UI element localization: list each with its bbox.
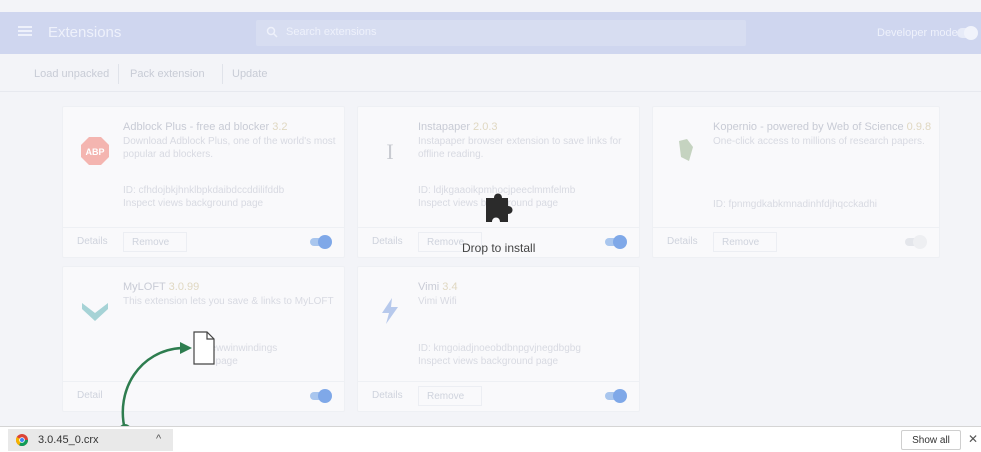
toolbar-divider — [222, 64, 223, 84]
extension-card-instapaper: I Instapaper 2.0.3 Instapaper browser ex… — [357, 106, 640, 258]
details-button[interactable]: Details — [77, 236, 108, 247]
toolbar-divider — [118, 64, 119, 84]
extension-name: Kopernio - powered by Web of Science 0.9… — [713, 121, 932, 133]
remove-button[interactable]: Remove — [418, 386, 482, 406]
developer-mode-toggle[interactable] — [957, 26, 978, 40]
extension-description: One-click access to millions of research… — [713, 136, 925, 147]
card-footer: Details Remove — [358, 381, 639, 411]
close-icon[interactable]: ✕ — [968, 432, 978, 446]
card-footer: Details Remove — [653, 227, 939, 257]
extension-name: Adblock Plus - free ad blocker 3.2 — [123, 121, 288, 133]
details-button[interactable]: Details — [372, 390, 403, 401]
extension-name: MyLOFT 3.0.99 — [123, 281, 200, 293]
kopernio-icon — [679, 139, 693, 161]
drop-to-install-label: Drop to install — [462, 241, 536, 255]
extension-card-adblock-plus: ABP Adblock Plus - free ad blocker 3.2 D… — [62, 106, 345, 258]
load-unpacked-button[interactable]: Load unpacked — [34, 64, 109, 84]
download-file-name: 3.0.45_0.crx — [38, 434, 99, 446]
extension-card-vimi: Vimi 3.4 Vimi Wifi ID: kmgoiadjnoeobdbnp… — [357, 266, 640, 412]
instapaper-icon: I — [386, 139, 393, 164]
inspect-views-link[interactable]: Inspect views background page — [418, 356, 558, 367]
vimi-lightning-icon — [382, 298, 398, 324]
details-button[interactable]: Details — [667, 236, 698, 247]
extensions-header: Extensions Search extensions Developer m… — [0, 12, 981, 54]
extension-enable-toggle[interactable] — [310, 389, 332, 403]
download-item[interactable]: 3.0.45_0.crx ^ — [8, 429, 173, 451]
hamburger-menu-icon[interactable] — [18, 26, 32, 36]
update-button[interactable]: Update — [232, 64, 267, 84]
extension-description: Vimi Wifi — [418, 296, 457, 307]
page-title: Extensions — [48, 24, 122, 41]
details-button[interactable]: Details — [372, 236, 403, 247]
svg-text:I: I — [386, 139, 393, 164]
puzzle-piece-icon — [486, 193, 513, 222]
download-shelf: 3.0.45_0.crx ^ Show all ✕ — [0, 426, 981, 452]
card-footer: Details Remove — [63, 227, 344, 257]
inspect-views-link[interactable]: Inspect views background page — [123, 198, 263, 209]
extension-description: Download Adblock Plus, one of the world'… — [123, 136, 336, 160]
dragged-file-icon — [193, 331, 215, 365]
extension-id: ID: cfhdojbkjhnklbpkdaibdccddilifddb — [123, 185, 285, 196]
extension-enable-toggle[interactable] — [310, 235, 332, 249]
search-input[interactable]: Search extensions — [256, 20, 746, 46]
extension-id: ID: kmgoiadjnoeobdbnpgvjnegdbgbg — [418, 343, 581, 354]
extensions-toolbar: Load unpacked Pack extension Update — [0, 54, 981, 92]
remove-button[interactable]: Remove — [713, 232, 777, 252]
search-icon — [266, 26, 278, 38]
extension-card-kopernio: Kopernio - powered by Web of Science 0.9… — [652, 106, 940, 258]
search-placeholder: Search extensions — [286, 26, 377, 38]
extension-id: ID: fpnmgdkabkmnadinhfdjhqcckadhi — [713, 199, 877, 210]
svg-text:ABP: ABP — [85, 147, 104, 157]
remove-button[interactable]: Remove — [123, 232, 187, 252]
extension-name: Instapaper 2.0.3 — [418, 121, 498, 133]
extension-enable-toggle[interactable] — [605, 235, 627, 249]
show-all-button[interactable]: Show all — [901, 430, 961, 450]
download-options-chevron-icon[interactable]: ^ — [156, 433, 161, 445]
extension-description: This extension lets you save & links to … — [123, 296, 334, 307]
extension-description: Instapaper browser extension to save lin… — [418, 136, 622, 160]
pack-extension-button[interactable]: Pack extension — [130, 64, 205, 84]
details-button[interactable]: Detail — [77, 390, 103, 401]
extension-name: Vimi 3.4 — [418, 281, 458, 293]
adblock-plus-icon: ABP — [81, 137, 109, 165]
developer-mode-label: Developer mode — [877, 27, 958, 39]
extension-enable-toggle[interactable] — [905, 235, 927, 249]
chrome-icon — [16, 434, 28, 446]
myloft-icon — [82, 303, 108, 321]
extension-enable-toggle[interactable] — [605, 389, 627, 403]
